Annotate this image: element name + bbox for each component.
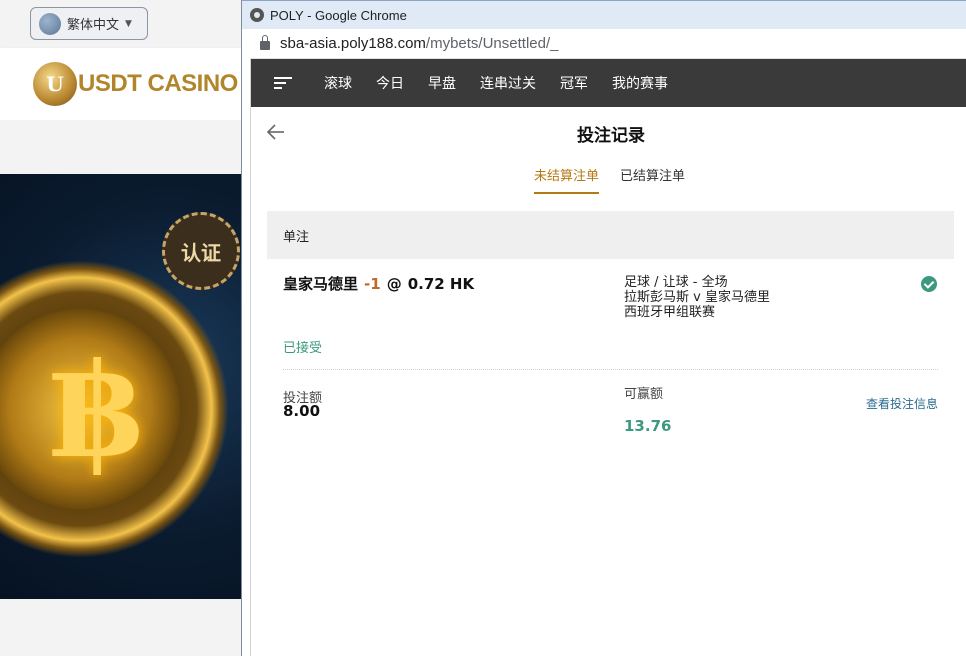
potential-win-label: 可赢额 [624, 387, 664, 402]
bet-handicap: -1 [364, 275, 381, 293]
bet-market-info: 足球 / 让球 - 全场 拉斯彭马斯 v 皇家马德里 西班牙甲组联赛 [624, 275, 770, 320]
url-host: sba-asia.poly188.com [280, 35, 426, 52]
nav-item-outright[interactable]: 冠军 [560, 73, 588, 93]
bet-at-symbol: @ [386, 275, 402, 293]
view-bet-details-link[interactable]: 查看投注信息 [866, 395, 938, 412]
language-label: 繁体中文 [67, 18, 120, 33]
address-bar[interactable]: sba-asia.poly188.com/mybets/Unsettled/_ [250, 29, 966, 59]
bet-team: 皇家马德里 [283, 275, 359, 293]
chrome-window: POLY - Google Chrome sba-asia.poly188.co… [241, 0, 966, 656]
bet-selection: 皇家马德里 -1 @0.72 HK [283, 273, 474, 294]
nav-item-today[interactable]: 今日 [376, 73, 404, 93]
menu-icon[interactable] [274, 77, 292, 89]
screen: 繁体中文 ▼ U USDT CASINO ฿ 认证 POLY - Google … [0, 0, 966, 656]
page-content: 滚球 今日 早盘 连串过关 冠军 我的赛事 投注记录 未结算注单 已结算注单 单… [250, 59, 966, 656]
window-titlebar[interactable]: POLY - Google Chrome [242, 1, 966, 29]
lock-icon[interactable] [260, 35, 270, 50]
bet-card: 皇家马德里 -1 @0.72 HK 足球 / 让球 - 全场 拉斯彭马斯 v 皇家马… [267, 259, 954, 439]
background-footer [0, 599, 245, 656]
casino-logo-text[interactable]: USDT CASINO [78, 70, 238, 98]
section-header-single: 单注 [267, 211, 954, 259]
bet-divider [283, 369, 938, 370]
potential-win-value: 13.76 [624, 417, 672, 435]
nav-item-early[interactable]: 早盘 [428, 73, 456, 93]
background-spacer [0, 120, 245, 174]
casino-logo-icon[interactable]: U [33, 62, 77, 106]
chrome-icon [250, 8, 264, 22]
stake-value: 8.00 [283, 402, 321, 420]
nav-item-live[interactable]: 滚球 [324, 73, 352, 93]
page-header: 投注记录 [251, 107, 966, 157]
tab-settled[interactable]: 已结算注单 [620, 165, 685, 192]
page-title: 投注记录 [577, 126, 645, 146]
nav-item-parlay[interactable]: 连串过关 [480, 73, 536, 93]
bet-tabs: 未结算注单 已结算注单 [251, 165, 966, 195]
bet-status: 已接受 [283, 341, 323, 356]
certified-seal: 认证 [162, 212, 240, 290]
top-navbar: 滚球 今日 早盘 连串过关 冠军 我的赛事 [251, 59, 966, 107]
bet-league: 西班牙甲组联赛 [624, 305, 716, 320]
globe-icon [39, 12, 61, 35]
bet-odds: 0.72 HK [407, 275, 475, 293]
bet-match: 拉斯彭马斯 v 皇家马德里 [624, 290, 770, 305]
bitcoin-banner[interactable]: ฿ 认证 [0, 174, 245, 599]
accepted-check-icon [921, 276, 937, 292]
bet-market: 足球 / 让球 - 全场 [624, 275, 728, 290]
nav-item-my-events[interactable]: 我的赛事 [612, 73, 668, 93]
window-title: POLY - Google Chrome [270, 7, 407, 23]
tab-unsettled[interactable]: 未结算注单 [534, 165, 600, 194]
bitcoin-symbol: ฿ [50, 334, 141, 487]
caret-down-icon: ▼ [125, 18, 132, 29]
language-selector[interactable]: 繁体中文 ▼ [30, 7, 148, 40]
url-path: /mybets/Unsettled/_ [425, 35, 559, 52]
